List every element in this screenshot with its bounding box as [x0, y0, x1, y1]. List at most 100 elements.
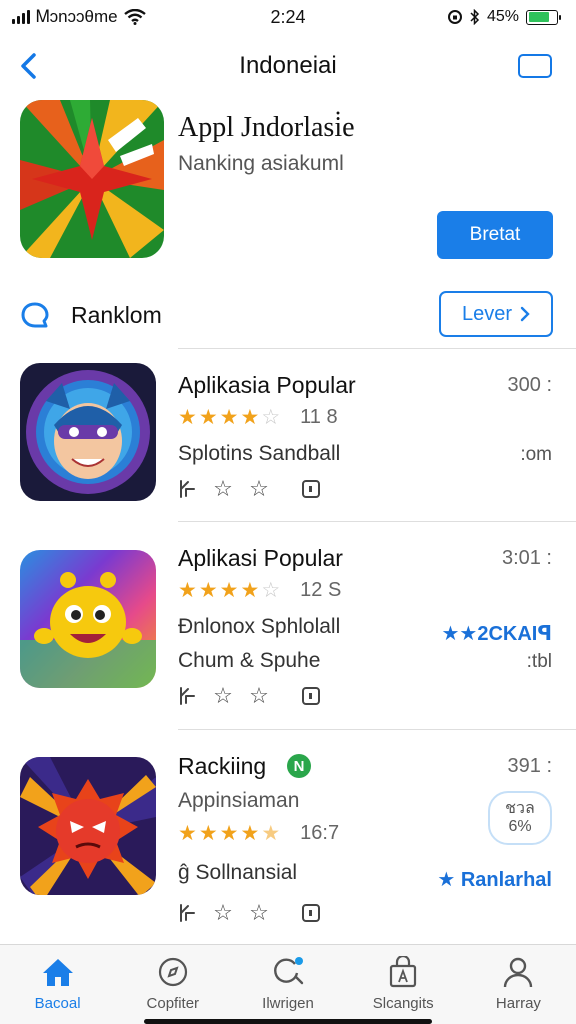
action-row: ☆ ☆ — [176, 900, 322, 925]
star-outline-icon[interactable]: ☆ — [212, 683, 234, 708]
more-button-label: Lever — [461, 302, 513, 325]
superhero-cat-icon[interactable] — [20, 363, 156, 501]
chevron-right-icon — [520, 306, 530, 322]
app-name: Rackiing — [178, 753, 267, 779]
lock-rotation-icon — [447, 10, 462, 24]
star-icon: ★ — [178, 822, 197, 845]
star-outline-icon[interactable]: ☆ — [212, 900, 234, 925]
bag-icon — [386, 955, 420, 989]
app-description-secondary: ĝ Sollnansial — [178, 861, 298, 884]
divider — [178, 521, 576, 522]
like-icon[interactable] — [176, 685, 198, 707]
app-size: 3:01 : — [501, 547, 552, 569]
star-icon: ★ — [198, 822, 218, 845]
app-description: Ðnlonox Sphlolall — [178, 615, 341, 638]
star-icon: ★ — [219, 406, 239, 429]
window-icon-button[interactable] — [518, 54, 552, 78]
tab-label: Slcangits — [372, 995, 434, 1012]
action-row: ☆ ☆ — [176, 683, 322, 708]
promo-tag: ★ Ranlarhal — [437, 869, 552, 891]
rating-count: 16:7 — [300, 822, 340, 844]
star-burst-icon — [20, 100, 164, 258]
star-icon: ☆ — [261, 579, 281, 602]
star-icon: ★ — [198, 406, 218, 429]
star-outline-icon[interactable]: ☆ — [248, 900, 270, 925]
rating-stars: ★ ★ ★ ★ ★ 16:7 — [178, 822, 339, 845]
status-time: 2:24 — [270, 6, 306, 27]
battery-level — [528, 12, 549, 22]
save-icon[interactable] — [300, 685, 322, 707]
star-icon: ★ — [240, 579, 260, 602]
carrier-name: Ꮇɔnɔɔθme — [36, 7, 118, 26]
tab-bar: Bacoal Copfiter Ilwrigen Slcangits Harra… — [0, 944, 576, 1024]
featured-app-title: Appl Jndorlasi̇e — [178, 112, 355, 143]
app-unit: :om — [520, 444, 552, 465]
like-icon[interactable] — [176, 902, 198, 924]
star-icon: ★ — [219, 579, 239, 602]
rating-count: 12 S — [300, 579, 342, 601]
save-icon[interactable] — [300, 902, 322, 924]
list-item[interactable]: Rackiing N 391 : Appinsiaman ชวล 6% ★ ★ … — [0, 729, 576, 943]
search-icon — [271, 955, 305, 989]
percent-badge-value: 6% — [508, 818, 532, 835]
star-icon: ★ — [261, 822, 281, 845]
home-icon — [41, 955, 75, 989]
star-outline-icon[interactable]: ☆ — [212, 476, 234, 501]
red-spiky-creature-icon[interactable] — [20, 757, 156, 895]
app-size: 300 : — [507, 374, 552, 396]
bluetooth-icon — [470, 9, 480, 25]
star-icon: ★ — [178, 406, 197, 429]
star-icon: ★ — [198, 579, 218, 602]
app-unit: :tbl — [526, 651, 552, 672]
rating-stars: ★ ★ ★ ★ ☆ 12 S — [178, 579, 341, 602]
app-size: 391 : — [507, 755, 552, 777]
tab-compass[interactable]: Copfiter — [115, 945, 230, 1024]
verified-badge: N — [287, 754, 311, 778]
more-button[interactable]: Lever — [439, 291, 553, 337]
divider — [178, 729, 576, 730]
save-icon[interactable] — [300, 478, 322, 500]
percent-badge: ชวล 6% — [488, 791, 552, 845]
percent-badge-top: ชวล — [505, 799, 535, 817]
featured-app-icon[interactable] — [20, 100, 164, 258]
get-button[interactable]: Bretat — [437, 211, 553, 259]
status-right: 45% — [447, 8, 561, 26]
star-outline-icon[interactable]: ☆ — [248, 683, 270, 708]
star-outline-icon[interactable]: ☆ — [248, 476, 270, 501]
star-icon: ★ — [178, 579, 197, 602]
app-description: Splotins Sandball — [178, 442, 341, 465]
promo-tag: ★★2CKAIꟼ — [441, 623, 552, 645]
yellow-monster-icon[interactable] — [20, 550, 156, 688]
tab-profile[interactable]: Harray — [461, 945, 576, 1024]
app-description-secondary: Chum & Spuhe — [178, 649, 321, 672]
navigation-bar: Indoneiai — [0, 40, 576, 92]
featured-app: Appl Jndorlasi̇e Nanking asiakuml Bretat — [20, 100, 556, 260]
page-title: Indoneiai — [239, 52, 337, 79]
battery-percent: 45% — [486, 8, 519, 25]
app-name: Aplikasia Popular — [178, 372, 356, 398]
signal-icon — [12, 10, 30, 24]
tab-home[interactable]: Bacoal — [0, 945, 115, 1024]
chat-bubble-icon — [21, 302, 49, 328]
rating-stars: ★ ★ ★ ★ ☆ 11 8 — [178, 406, 338, 429]
featured-app-subtitle: Nanking asiakuml — [178, 152, 344, 175]
star-icon: ★ — [240, 822, 260, 845]
tab-label: Bacoal — [34, 995, 81, 1012]
back-button[interactable] — [12, 50, 44, 82]
person-icon — [501, 955, 535, 989]
rating-count: 11 8 — [300, 406, 338, 428]
action-row: ☆ ☆ — [176, 476, 322, 501]
tab-label: Copfiter — [146, 995, 200, 1012]
tab-search[interactable]: Ilwrigen — [230, 945, 345, 1024]
star-icon: ★ — [219, 822, 239, 845]
wifi-icon — [123, 9, 146, 25]
list-item[interactable]: Aplikasia Popular 300 : ★ ★ ★ ★ ☆ 11 8 S… — [0, 348, 576, 522]
like-icon[interactable] — [176, 478, 198, 500]
list-item[interactable]: Aplikasi Popular 3:01 : ★ ★ ★ ★ ☆ 12 S Ð… — [0, 521, 576, 729]
battery-icon — [526, 9, 561, 25]
star-icon: ☆ — [261, 406, 281, 429]
app-description: Appinsiaman — [178, 789, 300, 812]
divider — [178, 348, 576, 349]
tab-bag[interactable]: Slcangits — [346, 945, 461, 1024]
home-indicator — [144, 1019, 432, 1024]
